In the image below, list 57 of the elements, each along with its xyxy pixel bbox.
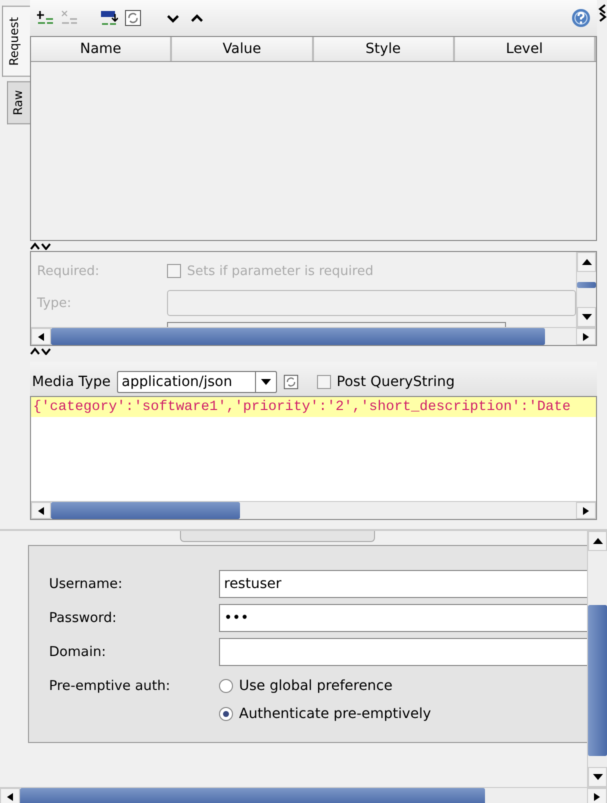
scrollbar-thumb[interactable] [588, 605, 607, 756]
scroll-down-icon[interactable] [588, 767, 607, 787]
caret-icon[interactable] [260, 379, 271, 385]
input-field[interactable]: restuser [219, 570, 587, 598]
input-field[interactable]: ••• [219, 604, 587, 632]
input-field[interactable] [219, 638, 587, 666]
refresh-icon[interactable] [282, 374, 299, 390]
side-tab[interactable]: Raw [7, 80, 30, 124]
scrollbar-thumb[interactable] [20, 788, 485, 803]
field-label: Password: [49, 609, 118, 628]
scroll-left-icon[interactable] [31, 328, 51, 345]
scroll-right-icon[interactable] [576, 328, 596, 345]
checkbox-label: Sets if parameter is required [187, 264, 374, 278]
splitter-arrows-icon[interactable] [30, 347, 52, 355]
scroll-left-icon[interactable] [0, 788, 20, 803]
side-tab[interactable]: Request [2, 6, 30, 77]
scroll-up-icon[interactable] [577, 252, 596, 272]
splitter-handle[interactable] [180, 531, 375, 542]
add-row-icon[interactable] [36, 9, 54, 27]
request-body-editor[interactable]: {'category':'software1','priority':'2','short_description':'Date [30, 396, 597, 520]
scroll-right-icon[interactable] [576, 502, 596, 519]
checkbox-label: Post QueryString [336, 374, 455, 390]
radio-label: Authenticate pre-emptively [239, 706, 432, 722]
vertical-scrollbar[interactable] [576, 252, 596, 327]
horizontal-scrollbar[interactable] [31, 501, 596, 519]
field-label: Type: [37, 294, 72, 312]
scroll-up-icon[interactable] [588, 531, 607, 551]
checkbox[interactable] [316, 375, 331, 389]
column-header[interactable]: Style [314, 37, 455, 61]
field-label: Media Type [32, 374, 111, 390]
input-field[interactable] [167, 290, 576, 316]
column-header[interactable]: Name [31, 37, 172, 61]
scrollbar-thumb[interactable] [51, 502, 240, 519]
field-label: Username: [49, 575, 124, 594]
column-header[interactable]: Value [172, 37, 314, 61]
scroll-right-icon[interactable] [587, 788, 607, 803]
collapse-icon[interactable] [598, 4, 606, 22]
horizontal-scrollbar[interactable] [0, 787, 607, 803]
scroll-left-icon[interactable] [31, 502, 51, 519]
radio-button[interactable] [219, 679, 233, 693]
field-label: Pre-emptive auth: [49, 677, 172, 696]
radio-label: Use global preference [239, 678, 392, 694]
field-label: Domain: [49, 643, 107, 662]
scrollbar-thumb[interactable] [51, 328, 544, 345]
scroll-down-icon[interactable] [577, 307, 596, 327]
url-import-icon[interactable] [100, 9, 118, 27]
splitter-arrows-icon[interactable] [30, 242, 52, 250]
column-header[interactable]: Level [454, 37, 596, 61]
radio-button[interactable] [219, 707, 233, 721]
checkbox[interactable] [167, 264, 181, 278]
scrollbar-thumb[interactable] [577, 282, 596, 288]
refresh-icon[interactable] [124, 9, 142, 27]
help-icon[interactable] [571, 8, 591, 28]
media-type-dropdown[interactable]: application/json [116, 371, 277, 393]
vertical-scrollbar[interactable] [587, 531, 607, 787]
horizontal-scrollbar[interactable] [31, 327, 596, 345]
field-label: Required: [37, 262, 100, 280]
